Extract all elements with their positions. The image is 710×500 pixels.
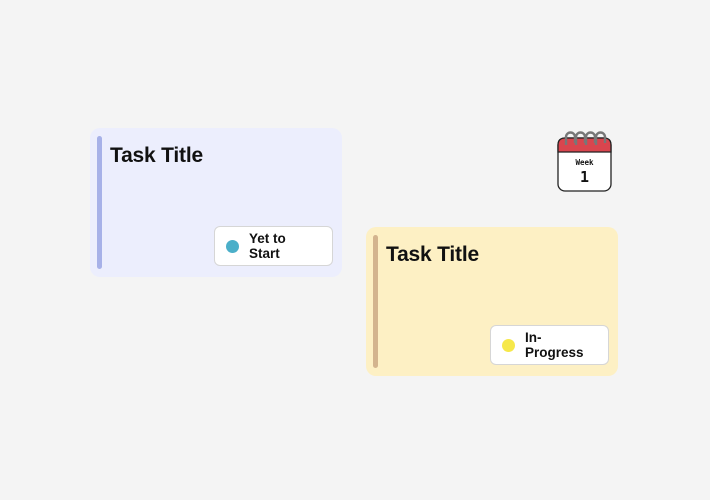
card-accent-bar [97, 136, 102, 269]
status-button-in-progress[interactable]: In-Progress [490, 325, 609, 365]
status-dot-icon [502, 338, 515, 352]
card-accent-bar [373, 235, 378, 368]
calendar-week-label: Week [575, 158, 594, 167]
status-label: In-Progress [525, 330, 584, 360]
task-card-1[interactable]: Task Title Yet to Start [90, 128, 342, 277]
task-card-2[interactable]: Task Title In-Progress [366, 227, 618, 376]
status-dot-icon [226, 239, 239, 253]
status-label: Yet to Start [249, 231, 286, 261]
task-title: Task Title [386, 243, 479, 266]
task-title: Task Title [110, 144, 203, 167]
calendar-icon: Week 1 [557, 131, 612, 192]
status-button-yet-to-start[interactable]: Yet to Start [214, 226, 333, 266]
calendar-week-number: 1 [579, 168, 590, 186]
